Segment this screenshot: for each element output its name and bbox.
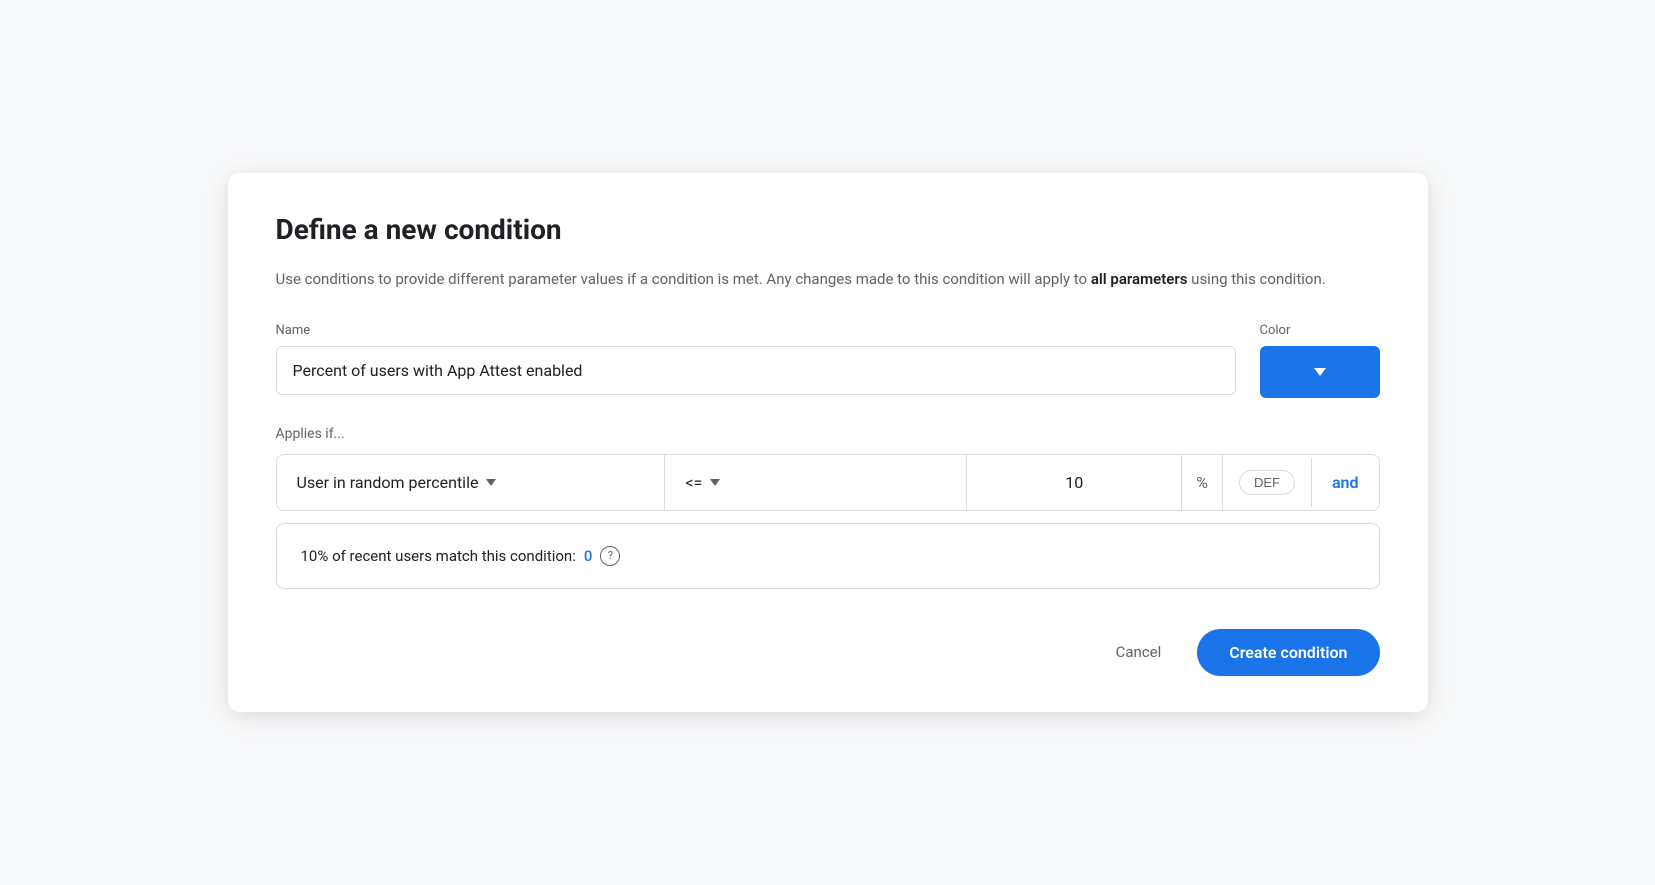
description-text-bold: all parameters xyxy=(1091,270,1188,288)
description-text-part2: using this condition. xyxy=(1191,270,1326,288)
cancel-button[interactable]: Cancel xyxy=(1096,631,1182,673)
condition-type-chevron-icon xyxy=(486,479,496,486)
condition-type-label: User in random percentile xyxy=(297,473,479,492)
color-picker-button[interactable] xyxy=(1260,346,1380,398)
match-info-box: 10% of recent users match this condition… xyxy=(276,523,1380,589)
condition-percent-label: % xyxy=(1196,473,1208,492)
condition-percent-segment: % xyxy=(1182,455,1223,510)
name-field-group: Name xyxy=(276,323,1236,395)
dialog-title: Define a new condition xyxy=(276,213,1380,247)
color-label: Color xyxy=(1260,323,1380,338)
name-input[interactable] xyxy=(276,346,1236,395)
condition-def-segment[interactable]: DEF xyxy=(1223,458,1312,507)
and-link[interactable]: and xyxy=(1332,473,1359,492)
condition-operator-label: <= xyxy=(685,473,702,492)
condition-row: User in random percentile <= 10 % DEF an… xyxy=(276,454,1380,511)
def-badge-button[interactable]: DEF xyxy=(1239,470,1295,495)
condition-and-segment[interactable]: and xyxy=(1312,455,1379,510)
condition-type-select[interactable]: User in random percentile xyxy=(277,455,666,510)
applies-if-label: Applies if... xyxy=(276,426,1380,442)
help-icon[interactable]: ? xyxy=(600,546,620,566)
applies-if-section: Applies if... User in random percentile … xyxy=(276,426,1380,589)
match-text-prefix: 10% of recent users match this condition… xyxy=(301,547,576,565)
condition-value-display: 10 xyxy=(1065,473,1083,492)
create-condition-button[interactable]: Create condition xyxy=(1197,629,1379,676)
chevron-down-icon xyxy=(1314,368,1326,376)
condition-operator-chevron-icon xyxy=(710,479,720,486)
match-count: 0 xyxy=(584,547,593,565)
condition-value-segment[interactable]: 10 xyxy=(967,455,1182,510)
description-text-part1: Use conditions to provide different para… xyxy=(276,270,1091,288)
color-field-group: Color xyxy=(1260,323,1380,398)
dialog-footer: Cancel Create condition xyxy=(276,629,1380,676)
condition-operator-select[interactable]: <= xyxy=(665,455,967,510)
name-color-row: Name Color xyxy=(276,323,1380,398)
dialog-description: Use conditions to provide different para… xyxy=(276,267,1380,291)
name-label: Name xyxy=(276,323,1236,338)
define-condition-dialog: Define a new condition Use conditions to… xyxy=(228,173,1428,712)
